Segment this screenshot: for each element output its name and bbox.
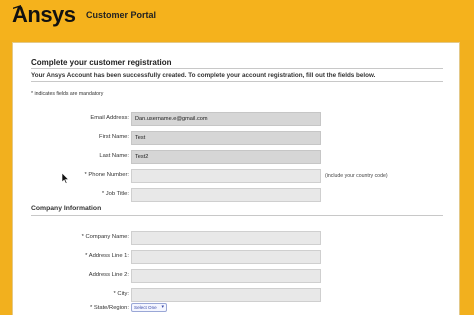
state-region-label: * State/Region: [90, 305, 129, 311]
first-name-field[interactable]: Test [131, 131, 321, 145]
company-section-title: Company Information [31, 205, 102, 212]
phone-label: * Phone Number: [84, 172, 129, 178]
city-label: * City: [113, 291, 129, 297]
divider [31, 68, 443, 69]
job-title-label: * Job Title: [101, 191, 129, 197]
state-region-selected-value: Select One [134, 305, 157, 310]
first-name-label: First Name: [99, 134, 129, 140]
last-name-field[interactable]: Test2 [131, 150, 321, 164]
email-field[interactable]: Dan.username.e@gmail.com [131, 112, 321, 126]
company-name-label: * Company Name: [81, 234, 129, 240]
mouse-pointer-icon [62, 173, 70, 184]
divider [31, 81, 443, 82]
intro-text: Your Ansys Account has been successfully… [31, 72, 376, 79]
address-line-1-label: * Address Line 1: [85, 253, 129, 259]
last-name-label: Last Name: [99, 153, 129, 159]
state-region-select[interactable]: Select One ▾ [131, 303, 167, 312]
phone-field[interactable] [131, 169, 321, 183]
email-label: Email Address: [90, 115, 129, 121]
divider [31, 215, 443, 216]
address-line-2-label: Address Line 2: [88, 272, 129, 278]
mandatory-note: * indicates fields are mandatory [31, 91, 104, 97]
registration-card: Complete your customer registration Your… [12, 42, 460, 315]
page-title: Complete your customer registration [31, 58, 172, 67]
ansys-logo[interactable]: Ansys [12, 2, 76, 28]
chevron-down-icon: ▾ [161, 304, 164, 310]
address-line-1-field[interactable] [131, 250, 321, 264]
portal-header: Ansys Customer Portal [0, 0, 474, 40]
job-title-field[interactable] [131, 188, 321, 202]
city-field[interactable] [131, 288, 321, 302]
address-line-2-field[interactable] [131, 269, 321, 283]
phone-hint: (include your country code) [325, 173, 388, 179]
portal-title: Customer Portal [86, 10, 157, 20]
company-name-field[interactable] [131, 231, 321, 245]
